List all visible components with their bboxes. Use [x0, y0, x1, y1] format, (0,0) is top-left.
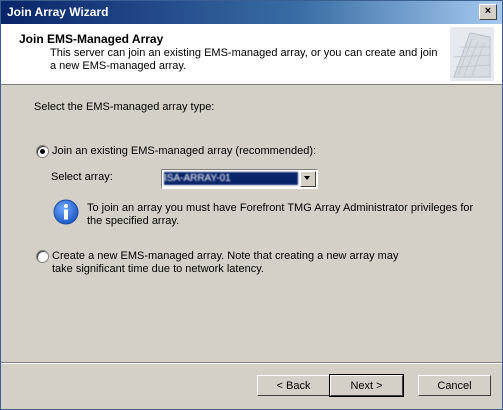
info-icon	[53, 199, 79, 225]
join-existing-radio[interactable]	[36, 145, 49, 158]
next-button[interactable]: Next >	[329, 374, 404, 397]
info-text: To join an array you must have Forefront…	[87, 202, 474, 227]
close-icon[interactable]: ×	[479, 4, 497, 20]
select-array-dropdown[interactable]: ISA-ARRAY-01	[161, 169, 318, 189]
titlebar[interactable]: Join Array Wizard ×	[1, 1, 502, 24]
join-array-wizard-window: Join Array Wizard × Join EMS-Managed Arr…	[0, 0, 503, 410]
wizard-header: Join EMS-Managed Array This server can j…	[1, 24, 502, 85]
cancel-button[interactable]: Cancel	[418, 375, 491, 396]
join-existing-label[interactable]: Join an existing EMS-managed array (reco…	[52, 145, 316, 157]
select-array-label: Select array:	[51, 171, 113, 183]
window-title: Join Array Wizard	[7, 5, 109, 19]
create-new-label[interactable]: Create a new EMS-managed array. Note tha…	[52, 250, 412, 276]
create-new-radio[interactable]	[36, 250, 49, 263]
back-button[interactable]: < Back	[257, 375, 330, 396]
array-type-prompt: Select the EMS-managed array type:	[34, 101, 215, 113]
select-array-value: ISA-ARRAY-01	[164, 172, 298, 185]
wizard-graphic-icon	[450, 27, 494, 81]
footer-divider-highlight	[1, 363, 502, 364]
page-title: Join EMS-Managed Array	[19, 32, 164, 46]
radio-selected-dot	[40, 149, 45, 154]
page-description: This server can join an existing EMS-man…	[50, 47, 438, 72]
chevron-down-icon[interactable]	[300, 171, 316, 187]
